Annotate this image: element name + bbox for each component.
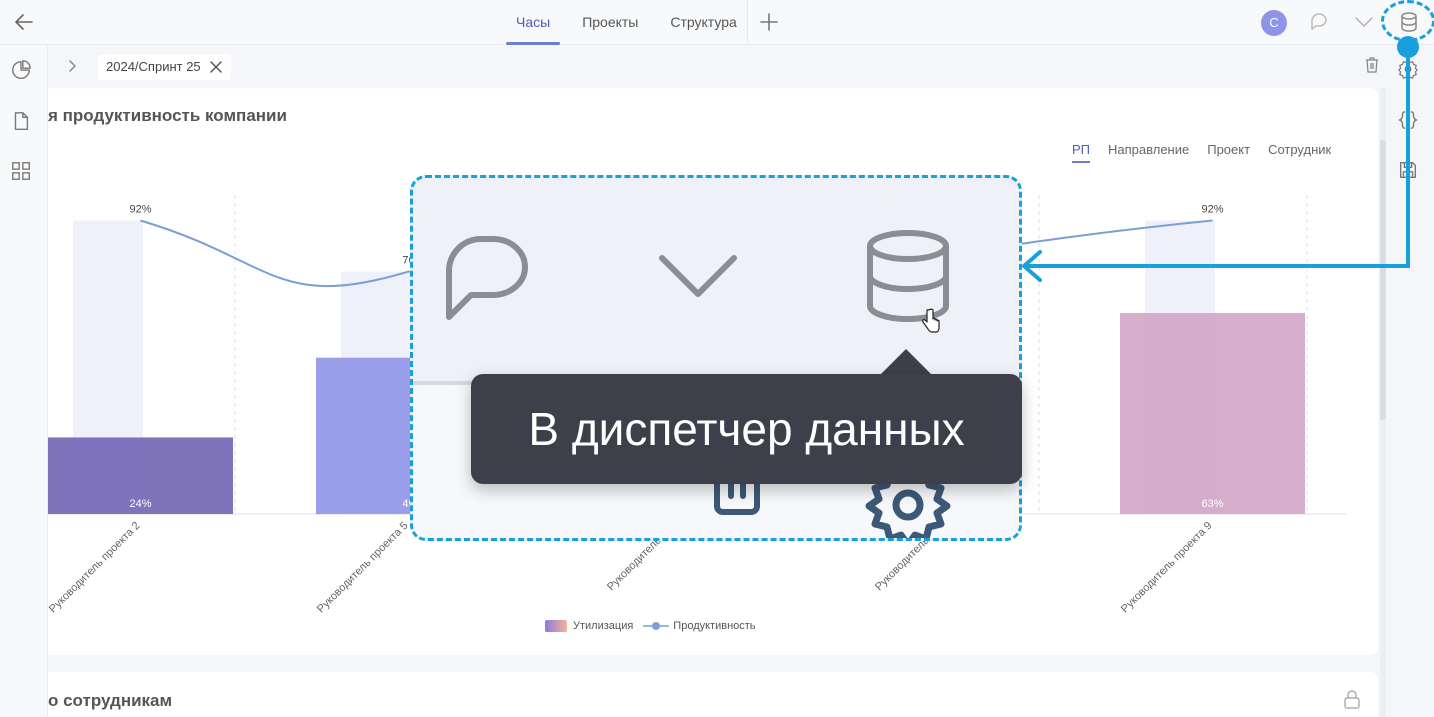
employees-card [48, 672, 1378, 717]
hand-cursor-icon [922, 308, 940, 333]
breadcrumb-chip[interactable]: 2024/Спринт 25 [98, 54, 231, 80]
tab-structure[interactable]: Структура [654, 0, 752, 45]
tab-projects[interactable]: Проекты [566, 0, 654, 45]
filter-rp[interactable]: РП [1072, 142, 1091, 163]
legend-productivity-label: Продуктивность [673, 620, 756, 632]
lock-icon[interactable] [1343, 689, 1361, 709]
chart-bar-label: 24% [129, 498, 151, 510]
legend-productivity-swatch [643, 622, 670, 630]
left-rail [0, 45, 48, 717]
chart-legend: Утилизация Продуктивность [545, 620, 756, 632]
close-icon[interactable] [209, 60, 223, 74]
callout-dot [1397, 36, 1419, 58]
code-braces-icon[interactable] [1397, 109, 1419, 131]
chart-category-label: Руководитель проекта 9 [1119, 520, 1215, 616]
tooltip: В диспетчер данных [471, 374, 1022, 484]
chevron-down-icon-zoomed [659, 255, 737, 297]
chart-filters: РП Направление Проект Сотрудник [1072, 142, 1331, 163]
legend-utilization-swatch [545, 620, 567, 632]
tab-hours[interactable]: Часы [500, 0, 566, 45]
breadcrumb-chip-label: 2024/Спринт 25 [106, 59, 201, 74]
chart-category-label: Руководитель проекта 2 [48, 520, 143, 616]
employees-card-title: о сотрудникам [48, 691, 173, 710]
pie-chart-icon[interactable] [10, 59, 32, 81]
grid-icon[interactable] [10, 160, 32, 182]
chat-icon[interactable] [1307, 10, 1331, 34]
filter-project[interactable]: Проект [1207, 142, 1250, 163]
main-tabs: Часы Проекты Структура [500, 0, 753, 45]
save-icon[interactable] [1397, 159, 1419, 181]
tooltip-arrow [880, 349, 932, 375]
document-icon[interactable] [10, 110, 32, 132]
filter-employee[interactable]: Сотрудник [1268, 142, 1331, 163]
trash-icon[interactable] [1363, 56, 1381, 74]
back-arrow-icon[interactable] [12, 10, 36, 34]
chevron-right-icon[interactable] [64, 58, 80, 74]
chevron-down-icon[interactable] [1352, 10, 1376, 34]
gear-icon[interactable] [1397, 58, 1419, 80]
filter-direction[interactable]: Направление [1108, 142, 1189, 163]
chart-bar-label: 63% [1201, 498, 1223, 510]
card-title: я продуктивность компании [48, 106, 287, 125]
scrollbar-thumb[interactable] [1380, 140, 1386, 420]
add-tab-icon[interactable] [757, 10, 781, 34]
legend-utilization-label: Утилизация [573, 620, 634, 632]
chat-icon-zoomed [446, 236, 528, 320]
chart-line-label: 92% [1201, 204, 1223, 216]
user-avatar[interactable]: С [1261, 10, 1287, 36]
chart-category-label: Руководитель проекта 5 [315, 520, 411, 616]
chart-bar [1120, 313, 1305, 514]
tab-separator [747, 0, 748, 45]
chart-line-label: 92% [129, 204, 151, 216]
